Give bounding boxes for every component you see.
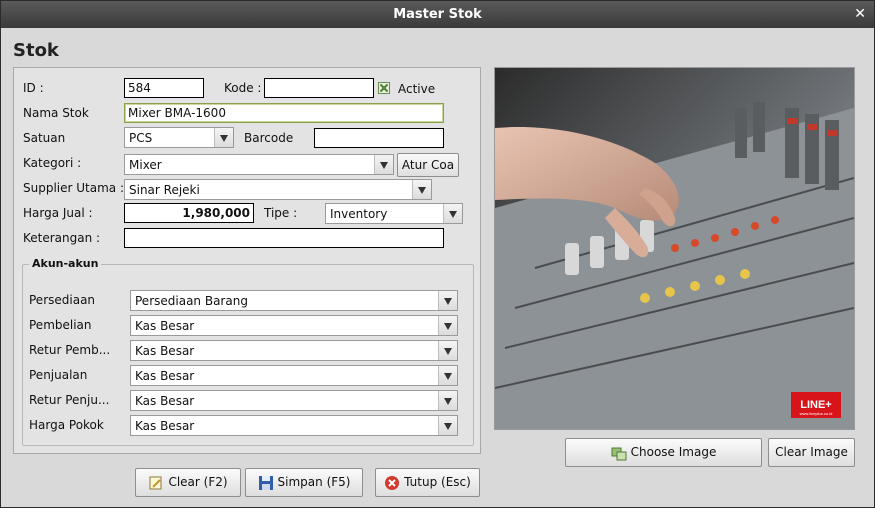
akun-value: Kas Besar	[135, 319, 195, 333]
id-label: ID :	[23, 81, 44, 95]
chevron-down-icon[interactable]	[443, 204, 462, 223]
cancel-icon	[384, 474, 400, 490]
window-title: Master Stok	[393, 7, 482, 22]
clear-label: Clear (F2)	[168, 475, 228, 489]
barcode-field[interactable]	[314, 128, 444, 148]
page-title: Stok	[13, 40, 59, 61]
tipe-select[interactable]: Inventory	[325, 203, 463, 224]
keterangan-field[interactable]	[124, 228, 444, 248]
chevron-down-icon[interactable]	[438, 366, 457, 385]
chevron-down-icon[interactable]	[438, 416, 457, 435]
akun-select-retur-pembelian[interactable]: Kas Besar	[130, 340, 458, 361]
kategori-label: Kategori :	[23, 156, 82, 170]
tipe-label: Tipe :	[264, 206, 298, 220]
logo-text: LINE+	[800, 399, 831, 411]
supplier-label: Supplier Utama :	[23, 181, 124, 195]
tutup-label: Tutup (Esc)	[404, 475, 471, 489]
close-icon[interactable]: ✕	[854, 6, 866, 22]
barcode-label: Barcode	[244, 131, 294, 145]
akun-label-harga-pokok: Harga Pokok	[29, 418, 104, 432]
image-icon	[611, 444, 627, 460]
chevron-down-icon[interactable]	[214, 128, 233, 147]
eraser-icon	[148, 474, 164, 490]
clear-image-button[interactable]: Clear Image	[768, 438, 855, 467]
chevron-down-icon[interactable]	[374, 155, 393, 174]
chevron-down-icon[interactable]	[412, 180, 431, 199]
tutup-button[interactable]: Tutup (Esc)	[375, 468, 480, 497]
akun-value: Kas Besar	[135, 394, 195, 408]
clear-button[interactable]: Clear (F2)	[135, 468, 241, 497]
active-label: Active	[398, 82, 436, 96]
active-checkbox[interactable]	[378, 82, 390, 94]
akun-label-retur-pembelian: Retur Pemb...	[29, 343, 111, 357]
simpan-button[interactable]: Simpan (F5)	[245, 468, 363, 497]
akun-akun-title: Akun-akun	[29, 257, 102, 270]
akun-select-persediaan[interactable]: Persediaan Barang	[130, 290, 458, 311]
chevron-down-icon[interactable]	[438, 391, 457, 410]
simpan-label: Simpan (F5)	[277, 475, 351, 489]
akun-value: Kas Besar	[135, 419, 195, 433]
satuan-value: PCS	[129, 131, 153, 145]
id-field[interactable]: 584	[124, 78, 204, 98]
stok-form-panel: ID : 584 Kode : Active Nama Stok Mixer B…	[13, 67, 481, 454]
choose-image-label: Choose Image	[630, 445, 717, 459]
akun-akun-group: Akun-akun Persediaan Persediaan Barang P…	[22, 257, 474, 446]
choose-image-button[interactable]: Choose Image	[565, 438, 762, 467]
satuan-label: Satuan	[23, 131, 66, 145]
keterangan-label: Keterangan :	[23, 231, 101, 245]
nama-stok-label: Nama Stok	[23, 106, 89, 120]
akun-select-retur-penjualan[interactable]: Kas Besar	[130, 390, 458, 411]
akun-value: Kas Besar	[135, 369, 195, 383]
kode-label: Kode :	[224, 81, 262, 95]
harga-jual-field[interactable]: 1,980,000	[124, 203, 254, 223]
master-stok-window: Master Stok ✕ Stok ID : 584 Kode : Activ…	[0, 0, 875, 508]
akun-value: Kas Besar	[135, 344, 195, 358]
product-image: LINE+ www.lineplus.co.id	[494, 67, 855, 430]
akun-select-harga-pokok[interactable]: Kas Besar	[130, 415, 458, 436]
tipe-value: Inventory	[330, 207, 388, 221]
chevron-down-icon[interactable]	[438, 291, 457, 310]
chevron-down-icon[interactable]	[438, 316, 457, 335]
akun-value: Persediaan Barang	[135, 294, 248, 308]
harga-jual-label: Harga Jual :	[23, 206, 93, 220]
logo-subtext: www.lineplus.co.id	[800, 411, 833, 416]
akun-label-retur-penjualan: Retur Penju...	[29, 393, 110, 407]
kategori-select[interactable]: Mixer	[124, 154, 394, 175]
akun-label-pembelian: Pembelian	[29, 318, 92, 332]
akun-label-persediaan: Persediaan	[29, 293, 96, 307]
save-icon	[258, 474, 274, 490]
chevron-down-icon[interactable]	[438, 341, 457, 360]
title-bar: Master Stok ✕	[1, 1, 874, 28]
satuan-select[interactable]: PCS	[124, 127, 234, 148]
mixer-photo: LINE+ www.lineplus.co.id	[495, 68, 854, 429]
atur-coa-button[interactable]: Atur Coa	[397, 153, 459, 177]
kategori-value: Mixer	[129, 158, 162, 172]
kode-field[interactable]	[264, 78, 374, 98]
supplier-select[interactable]: Sinar Rejeki	[124, 179, 432, 200]
supplier-value: Sinar Rejeki	[129, 183, 200, 197]
akun-label-penjualan: Penjualan	[29, 368, 88, 382]
akun-select-pembelian[interactable]: Kas Besar	[130, 315, 458, 336]
akun-select-penjualan[interactable]: Kas Besar	[130, 365, 458, 386]
nama-stok-field[interactable]: Mixer BMA-1600	[124, 103, 444, 123]
